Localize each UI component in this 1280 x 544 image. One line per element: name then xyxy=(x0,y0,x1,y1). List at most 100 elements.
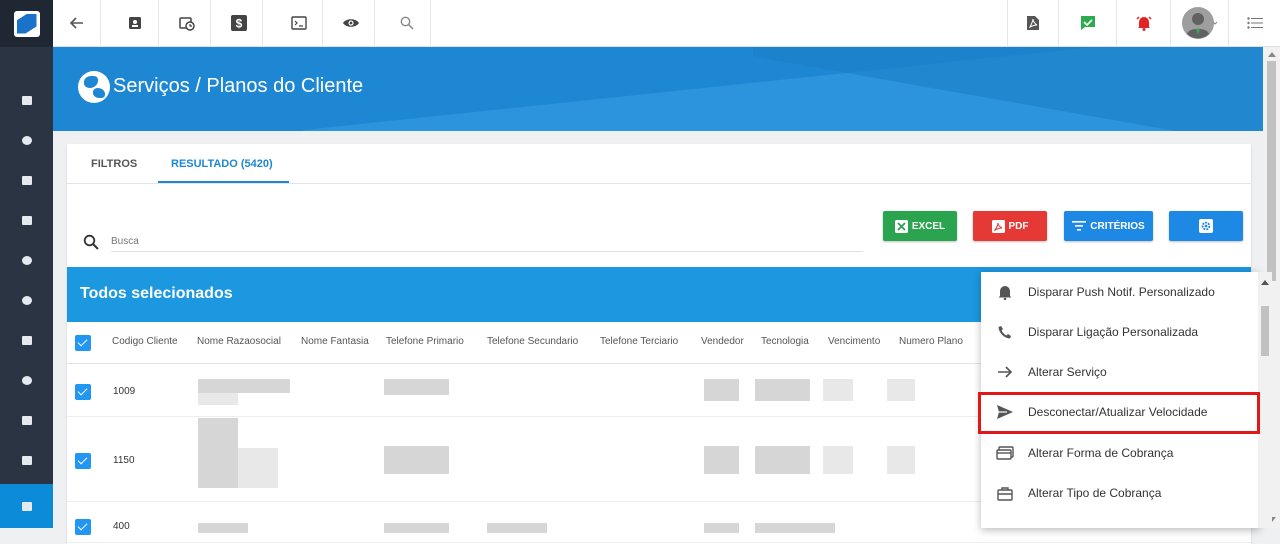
svg-text:$: $ xyxy=(235,17,242,31)
schedule-button[interactable] xyxy=(163,0,211,46)
row-checkbox[interactable] xyxy=(75,519,91,535)
dollar-icon: $ xyxy=(230,15,247,31)
view-button[interactable] xyxy=(327,0,375,46)
alerts-button[interactable] xyxy=(1116,0,1170,46)
sidebar-item-finance[interactable] xyxy=(0,320,53,360)
eye-icon xyxy=(342,19,359,27)
search-icon xyxy=(83,234,99,250)
column-header[interactable]: Telefone Primario xyxy=(386,336,464,347)
row-checkbox[interactable] xyxy=(75,453,91,469)
column-header[interactable]: Vendedor xyxy=(701,336,744,347)
redacted-cell xyxy=(238,448,278,488)
redacted-cell xyxy=(198,393,238,405)
arrow-right-icon xyxy=(996,363,1014,381)
menu-item-partial[interactable] xyxy=(981,513,1247,528)
redacted-cell xyxy=(704,446,739,474)
column-header[interactable]: Telefone Terciario xyxy=(600,336,678,347)
topbar: $ xyxy=(53,0,1280,47)
cube-icon xyxy=(21,295,32,305)
column-header[interactable]: Telefone Secundario xyxy=(487,336,578,347)
excel-export-button[interactable]: EXCEL xyxy=(883,211,957,241)
sidebar-item-clients[interactable] xyxy=(0,160,53,200)
sidebar-item-documents[interactable] xyxy=(0,484,53,528)
active-tab-indicator xyxy=(158,181,289,183)
avatar xyxy=(1181,7,1217,39)
globe-icon xyxy=(21,135,32,145)
column-header[interactable]: Nome Fantasia xyxy=(301,336,369,347)
contact-icon xyxy=(128,17,141,29)
tab-resultado[interactable]: RESULTADO (5420) xyxy=(171,158,273,170)
search-icon xyxy=(400,16,414,30)
sidebar-item-services[interactable] xyxy=(0,280,53,320)
bell-alarm-icon xyxy=(1135,16,1152,31)
client-code: 1009 xyxy=(113,386,136,397)
menu-item-label: Alterar Forma de Cobrança xyxy=(1028,446,1174,460)
search-input[interactable] xyxy=(111,232,863,252)
sidebar-item-reports[interactable] xyxy=(0,400,53,440)
criteria-button-label: CRITÉRIOS xyxy=(1090,220,1145,232)
gear-icon xyxy=(1199,219,1213,233)
column-header[interactable]: Codigo Cliente xyxy=(112,336,178,347)
sidebar-item-users[interactable] xyxy=(0,360,53,400)
settings-button[interactable] xyxy=(1169,211,1243,241)
page-header: Serviços / Planos do Cliente xyxy=(53,47,1263,131)
sidebar-item-schedule[interactable] xyxy=(0,240,53,280)
scroll-up-icon[interactable] xyxy=(1261,280,1269,285)
menu-list-button[interactable] xyxy=(1228,0,1280,46)
sidebar-item-storage[interactable] xyxy=(0,440,53,480)
pdf-export-button[interactable] xyxy=(1007,0,1057,46)
row-checkbox[interactable] xyxy=(75,384,91,400)
terminal-button[interactable] xyxy=(275,0,323,46)
redacted-cell xyxy=(755,446,810,474)
menu-item-change-service[interactable]: Alterar Serviço xyxy=(981,352,1247,392)
selection-label: Todos selecionados xyxy=(80,285,233,302)
redacted-cell xyxy=(755,379,810,401)
redacted-cell xyxy=(755,523,835,533)
scroll-up-icon[interactable] xyxy=(1268,52,1276,57)
circle-icon xyxy=(996,524,1014,528)
contact-icon xyxy=(21,175,32,185)
sidebar-item-panel[interactable] xyxy=(0,200,53,240)
briefcase-icon xyxy=(996,484,1014,502)
page-title: Serviços / Planos do Cliente xyxy=(113,75,364,97)
column-header[interactable]: Vencimento xyxy=(828,336,880,347)
redacted-cell xyxy=(198,523,248,533)
finance-button[interactable]: $ xyxy=(215,0,263,46)
column-header[interactable]: Nome Razaosocial xyxy=(197,336,281,347)
excel-icon xyxy=(894,219,908,233)
globe-icon xyxy=(78,71,110,103)
redacted-cell xyxy=(823,446,853,474)
back-button[interactable] xyxy=(53,0,101,46)
pdf-button[interactable]: PDF xyxy=(973,211,1047,241)
contact-button[interactable] xyxy=(111,0,159,46)
user-menu[interactable] xyxy=(1170,0,1228,46)
menu-scrollbar[interactable] xyxy=(1258,272,1272,528)
select-all-checkbox[interactable] xyxy=(75,335,91,351)
search-button[interactable] xyxy=(383,0,431,46)
pdf-icon xyxy=(991,219,1005,233)
redacted-cell xyxy=(384,379,449,395)
logo[interactable] xyxy=(0,0,53,47)
money-icon xyxy=(21,335,32,345)
sidebar-item-network[interactable] xyxy=(0,120,53,160)
tasks-button[interactable] xyxy=(1058,0,1116,46)
logo-icon xyxy=(13,10,40,37)
criteria-button[interactable]: CRITÉRIOS xyxy=(1064,211,1153,241)
list-icon xyxy=(21,415,32,425)
scrollbar-thumb[interactable] xyxy=(1261,306,1269,356)
redacted-cell xyxy=(887,446,915,474)
tab-filtros[interactable]: FILTROS xyxy=(91,158,137,170)
scrollbar-thumb[interactable] xyxy=(1267,61,1276,281)
arrow-left-icon xyxy=(69,17,83,29)
document-icon xyxy=(21,501,32,511)
column-header[interactable]: Tecnologia xyxy=(761,336,809,347)
menu-item-push-notification[interactable]: Disparar Push Notif. Personalizado xyxy=(981,272,1247,312)
redacted-cell xyxy=(487,523,547,533)
sidebar-item-dashboard[interactable] xyxy=(0,80,53,120)
menu-item-phone-call[interactable]: Disparar Ligação Personalizada xyxy=(981,312,1247,352)
redacted-cell xyxy=(384,523,449,533)
check-message-icon xyxy=(1080,16,1095,30)
column-header[interactable]: Numero Plano xyxy=(899,336,963,347)
menu-item-change-billing-method[interactable]: Alterar Forma de Cobrança xyxy=(981,433,1247,473)
menu-item-change-billing-type[interactable]: Alterar Tipo de Cobrança xyxy=(981,473,1247,513)
